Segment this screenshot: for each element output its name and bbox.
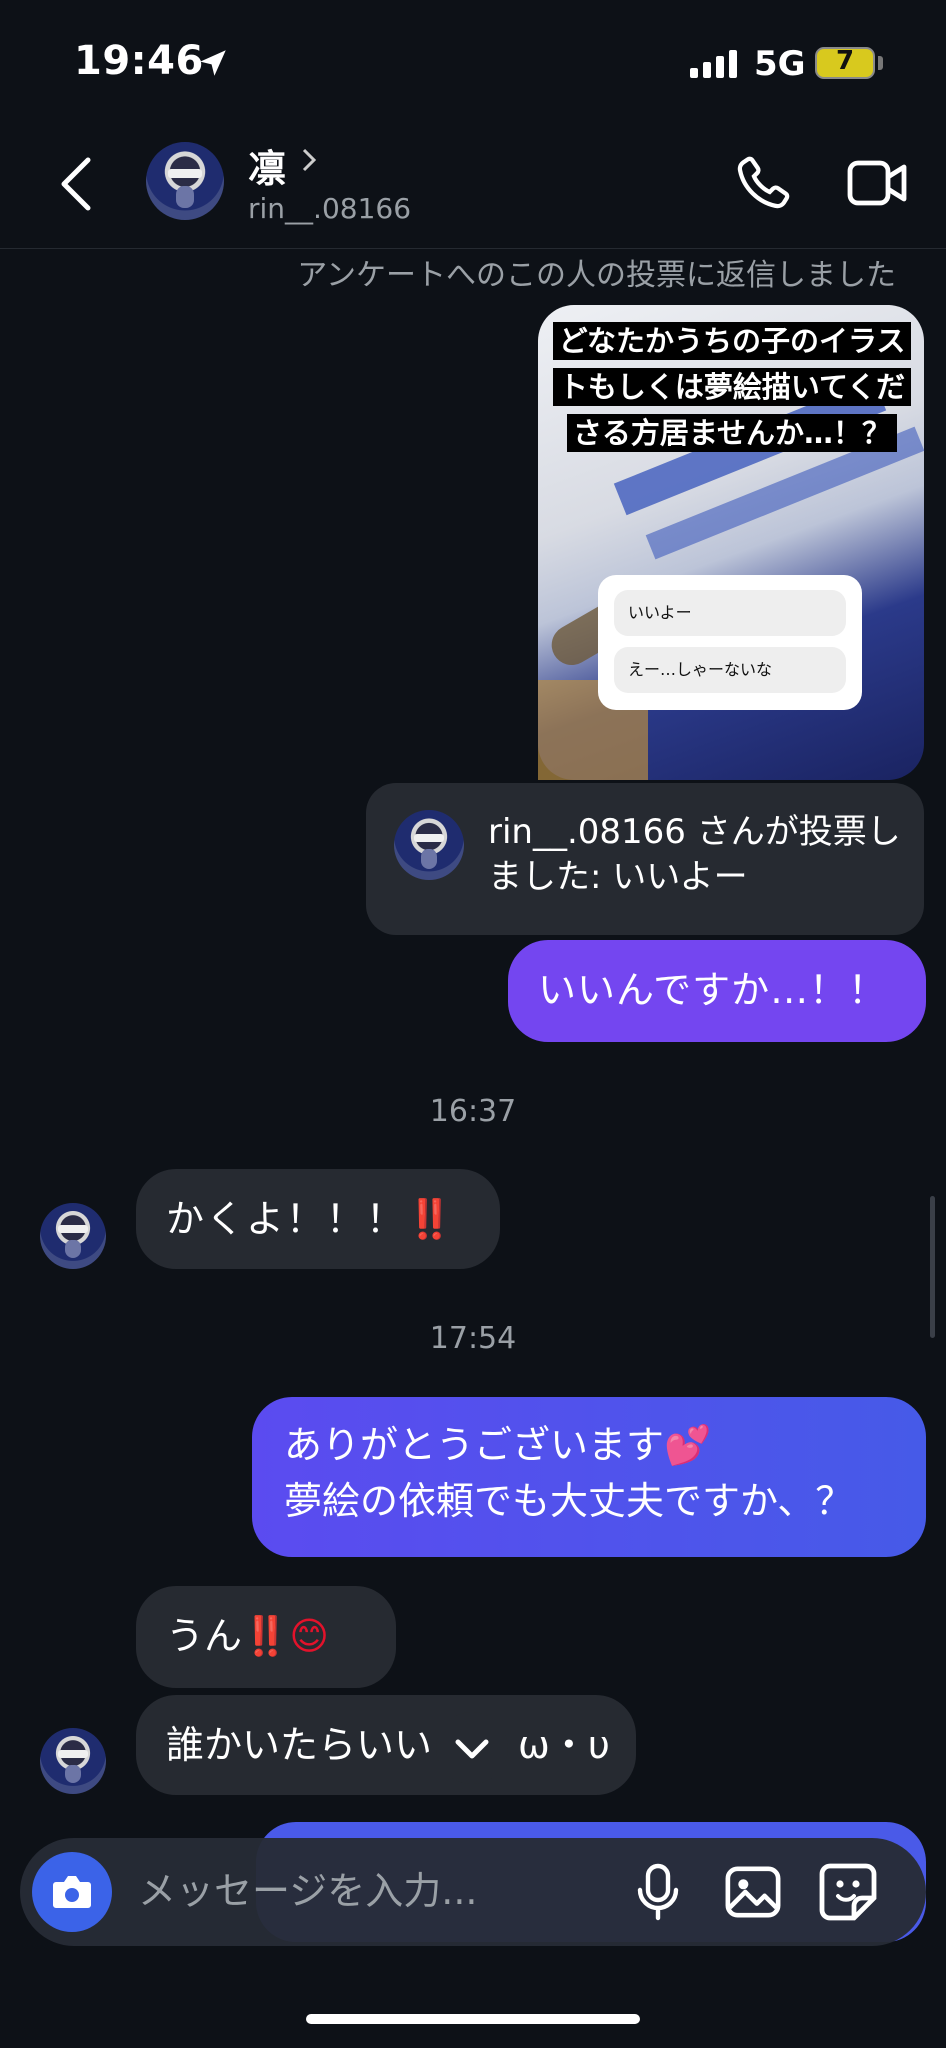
camera-icon — [53, 1876, 91, 1908]
network-type: 5G — [754, 44, 806, 84]
video-camera-icon[interactable] — [846, 156, 910, 210]
message-bubble-incoming[interactable]: かくよ！！！‼️ — [136, 1169, 500, 1269]
message-text: うん — [166, 1614, 243, 1658]
microphone-icon[interactable] — [636, 1862, 680, 1922]
chevron-right-icon[interactable] — [300, 146, 318, 174]
sticker-icon[interactable] — [818, 1862, 878, 1922]
poll-sticker: いいよー えー…しゃーないな — [598, 575, 862, 710]
message-bubble-incoming[interactable]: うん‼️😊 — [136, 1586, 396, 1688]
location-arrow-icon — [200, 50, 226, 76]
chevron-down-icon — [455, 1739, 489, 1759]
battery-level: 7 — [835, 46, 855, 76]
contact-name[interactable]: 凛 — [248, 138, 286, 193]
message-text: 誰かいたらいい — [166, 1723, 433, 1767]
battery-icon: 7 — [815, 46, 875, 79]
message-input[interactable] — [136, 1860, 610, 1922]
story-title: どなたかうちの子のイラストもしくは夢絵描いてくださる方居ませんか…！？ — [552, 318, 912, 456]
two-hearts-emoji: 💕 — [664, 1423, 712, 1467]
avatar[interactable] — [146, 142, 224, 220]
message-text: かくよ！！！ — [166, 1197, 407, 1241]
back-icon[interactable] — [58, 156, 94, 212]
avatar — [394, 810, 464, 880]
vote-notice-text: rin__.08166 さんが投票しました: いいよー — [488, 812, 901, 897]
poll-option: えー…しゃーないな — [614, 647, 846, 693]
contact-username[interactable]: rin__.08166 — [248, 192, 411, 225]
scroll-to-bottom-button[interactable] — [436, 1712, 508, 1784]
message-text-tail: ω・υ — [518, 1723, 610, 1767]
double-exclamation-emoji: ‼️ — [406, 1197, 456, 1241]
timestamp: 17:54 — [429, 1321, 517, 1356]
avatar[interactable] — [40, 1728, 106, 1794]
emoji: ‼️😊 — [242, 1614, 329, 1658]
home-indicator[interactable] — [306, 2014, 640, 2024]
scrollbar[interactable] — [930, 1196, 935, 1338]
message-bubble-outgoing[interactable]: いいんですか…！！ — [508, 940, 926, 1042]
message-text: 夢絵の依頼でも大丈夫ですか、？ — [284, 1479, 854, 1523]
status-time: 19:46 — [74, 38, 204, 84]
avatar[interactable] — [40, 1203, 106, 1269]
timestamp: 16:37 — [429, 1094, 517, 1129]
reply-note: アンケートへのこの人の投票に返信しました — [297, 258, 896, 293]
message-bubble-outgoing[interactable]: ありがとうございます💕 夢絵の依頼でも大丈夫ですか、？ — [252, 1397, 926, 1557]
camera-button[interactable] — [32, 1852, 112, 1932]
gallery-icon[interactable] — [724, 1864, 782, 1920]
signal-icon — [690, 48, 737, 78]
message-bubble-incoming[interactable]: 誰かいたらいい ω・υ — [136, 1695, 636, 1795]
poll-option: いいよー — [614, 590, 846, 636]
phone-icon[interactable] — [730, 152, 794, 216]
header-divider — [0, 248, 946, 249]
battery-tip — [878, 56, 883, 70]
message-text: ありがとうございます — [284, 1423, 665, 1467]
